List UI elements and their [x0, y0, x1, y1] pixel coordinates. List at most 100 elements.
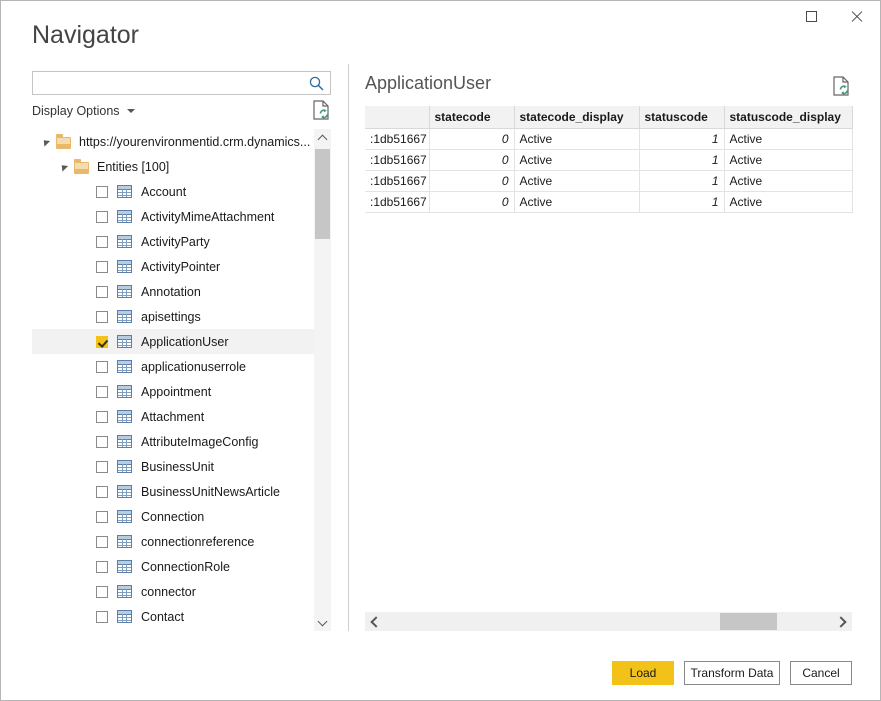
checkbox-unchecked[interactable] — [96, 435, 108, 448]
table-cell: Active — [514, 149, 640, 171]
checkbox-unchecked[interactable] — [96, 585, 108, 598]
column-header-statecode_display[interactable]: statecode_display — [514, 106, 640, 129]
hscrollbar-thumb[interactable] — [720, 613, 777, 630]
checkbox-checked[interactable] — [96, 335, 108, 348]
tree-vertical-scrollbar[interactable] — [314, 129, 331, 631]
expand-triangle-icon[interactable] — [40, 136, 51, 147]
checkbox-unchecked[interactable] — [96, 310, 108, 323]
refresh-document-icon[interactable] — [312, 99, 332, 121]
table-cell: 1 — [639, 191, 725, 213]
expand-triangle-icon[interactable] — [58, 161, 69, 172]
table-row[interactable]: :1db51667 0 Active 1 Active — [365, 170, 853, 192]
tree-item-annotation[interactable]: Annotation — [32, 279, 331, 304]
column-header-statuscode[interactable]: statuscode — [639, 106, 725, 129]
table-grid-icon — [117, 335, 132, 348]
maximize-button[interactable] — [789, 1, 834, 31]
transform-data-button[interactable]: Transform Data — [684, 661, 780, 685]
folder-icon — [74, 158, 89, 174]
tree-node-label: Entities [100] — [97, 159, 170, 174]
search-input[interactable] — [33, 72, 305, 94]
table-cell: 1 — [639, 149, 725, 171]
checkbox-unchecked[interactable] — [96, 260, 108, 273]
scroll-down-button[interactable] — [314, 614, 331, 631]
table-row[interactable]: :1db51667 0 Active 1 Active — [365, 191, 853, 213]
table-grid-icon — [117, 585, 132, 598]
tree-item-connectionreference[interactable]: connectionreference — [32, 529, 331, 554]
table-cell: Active — [724, 128, 853, 150]
tree-item-label: AttributeImageConfig — [141, 434, 259, 449]
tree-node-label: https://yourenvironmentid.crm.dynamics..… — [79, 134, 311, 149]
tree-item-account[interactable]: Account — [32, 179, 331, 204]
checkbox-unchecked[interactable] — [96, 485, 108, 498]
scroll-left-button[interactable] — [365, 612, 384, 631]
preview-table[interactable]: statecode statecode_display statuscode stat… — [365, 106, 853, 213]
entities-tree[interactable]: https://yourenvironmentid.crm.dynamics..… — [32, 129, 331, 631]
chevron-up-icon — [317, 134, 328, 144]
checkbox-unchecked[interactable] — [96, 235, 108, 248]
page-title: Navigator — [32, 21, 139, 49]
tree-item-contact[interactable]: Contact — [32, 604, 331, 629]
checkbox-unchecked[interactable] — [96, 560, 108, 573]
checkbox-unchecked[interactable] — [96, 410, 108, 423]
checkbox-unchecked[interactable] — [96, 385, 108, 398]
refresh-document-icon[interactable] — [832, 75, 852, 97]
column-header-statecode[interactable]: statecode — [429, 106, 515, 129]
checkbox-unchecked[interactable] — [96, 460, 108, 473]
checkbox-unchecked[interactable] — [96, 210, 108, 223]
tree-item-businessunitnewsarticle[interactable]: BusinessUnitNewsArticle — [32, 479, 331, 504]
table-cell: :1db51667 — [365, 149, 430, 171]
tree-item-appointment[interactable]: Appointment — [32, 379, 331, 404]
table-cell: 0 — [429, 170, 515, 192]
checkbox-unchecked[interactable] — [96, 535, 108, 548]
preview-horizontal-scrollbar[interactable] — [365, 612, 852, 631]
tree-item-label: apisettings — [141, 309, 201, 324]
column-header-statuscode_display[interactable]: statuscode_display — [724, 106, 853, 129]
tree-item-connectionrole[interactable]: ConnectionRole — [32, 554, 331, 579]
load-button[interactable]: Load — [612, 661, 674, 685]
checkbox-unchecked[interactable] — [96, 185, 108, 198]
table-grid-icon — [117, 410, 132, 423]
table-body: :1db51667 0 Active 1 Active:1db51667 0 Active 1… — [365, 128, 853, 213]
cancel-button[interactable]: Cancel — [790, 661, 852, 685]
close-button[interactable] — [834, 1, 879, 31]
tree-node-entities[interactable]: Entities [100] — [32, 154, 331, 179]
tree-item-applicationuserrole[interactable]: applicationuserrole — [32, 354, 331, 379]
table-grid-icon — [117, 360, 132, 373]
tree-item-activityparty[interactable]: ActivityParty — [32, 229, 331, 254]
checkbox-unchecked[interactable] — [96, 285, 108, 298]
pane-divider — [348, 64, 349, 631]
table-grid-icon — [117, 510, 132, 523]
tree-item-label: Annotation — [141, 284, 201, 299]
chevron-right-icon — [835, 615, 847, 628]
navigator-dialog: Navigator Display Options https://youren… — [0, 0, 881, 701]
checkbox-unchecked[interactable] — [96, 510, 108, 523]
tree-item-label: connectionreference — [141, 534, 255, 549]
tree-node-root[interactable]: https://yourenvironmentid.crm.dynamics..… — [32, 129, 331, 154]
search-icon[interactable] — [308, 75, 326, 92]
table-grid-icon — [117, 560, 132, 573]
scrollbar-thumb[interactable] — [315, 149, 330, 239]
tree-item-attributeimageconfig[interactable]: AttributeImageConfig — [32, 429, 331, 454]
display-options-dropdown[interactable]: Display Options — [32, 104, 135, 118]
table-row[interactable]: :1db51667 0 Active 1 Active — [365, 149, 853, 171]
checkbox-unchecked[interactable] — [96, 610, 108, 623]
scroll-right-button[interactable] — [833, 612, 852, 631]
tree-item-connector[interactable]: connector — [32, 579, 331, 604]
left-pane: Display Options https://yourenvironmenti… — [32, 71, 331, 631]
search-box[interactable] — [32, 71, 331, 95]
scroll-up-button[interactable] — [314, 129, 331, 146]
tree-item-activitypointer[interactable]: ActivityPointer — [32, 254, 331, 279]
tree-item-label: BusinessUnitNewsArticle — [141, 484, 280, 499]
column-header-index[interactable] — [365, 106, 430, 129]
tree-item-label: Contact — [141, 609, 185, 624]
tree-item-applicationuser[interactable]: ApplicationUser — [32, 329, 331, 354]
tree-item-attachment[interactable]: Attachment — [32, 404, 331, 429]
preview-pane: ApplicationUser statecode statecode_displ… — [365, 71, 853, 631]
table-cell: :1db51667 — [365, 191, 430, 213]
checkbox-unchecked[interactable] — [96, 360, 108, 373]
table-row[interactable]: :1db51667 0 Active 1 Active — [365, 128, 853, 150]
tree-item-businessunit[interactable]: BusinessUnit — [32, 454, 331, 479]
tree-item-activitymimeattachment[interactable]: ActivityMimeAttachment — [32, 204, 331, 229]
tree-item-apisettings[interactable]: apisettings — [32, 304, 331, 329]
tree-item-connection[interactable]: Connection — [32, 504, 331, 529]
